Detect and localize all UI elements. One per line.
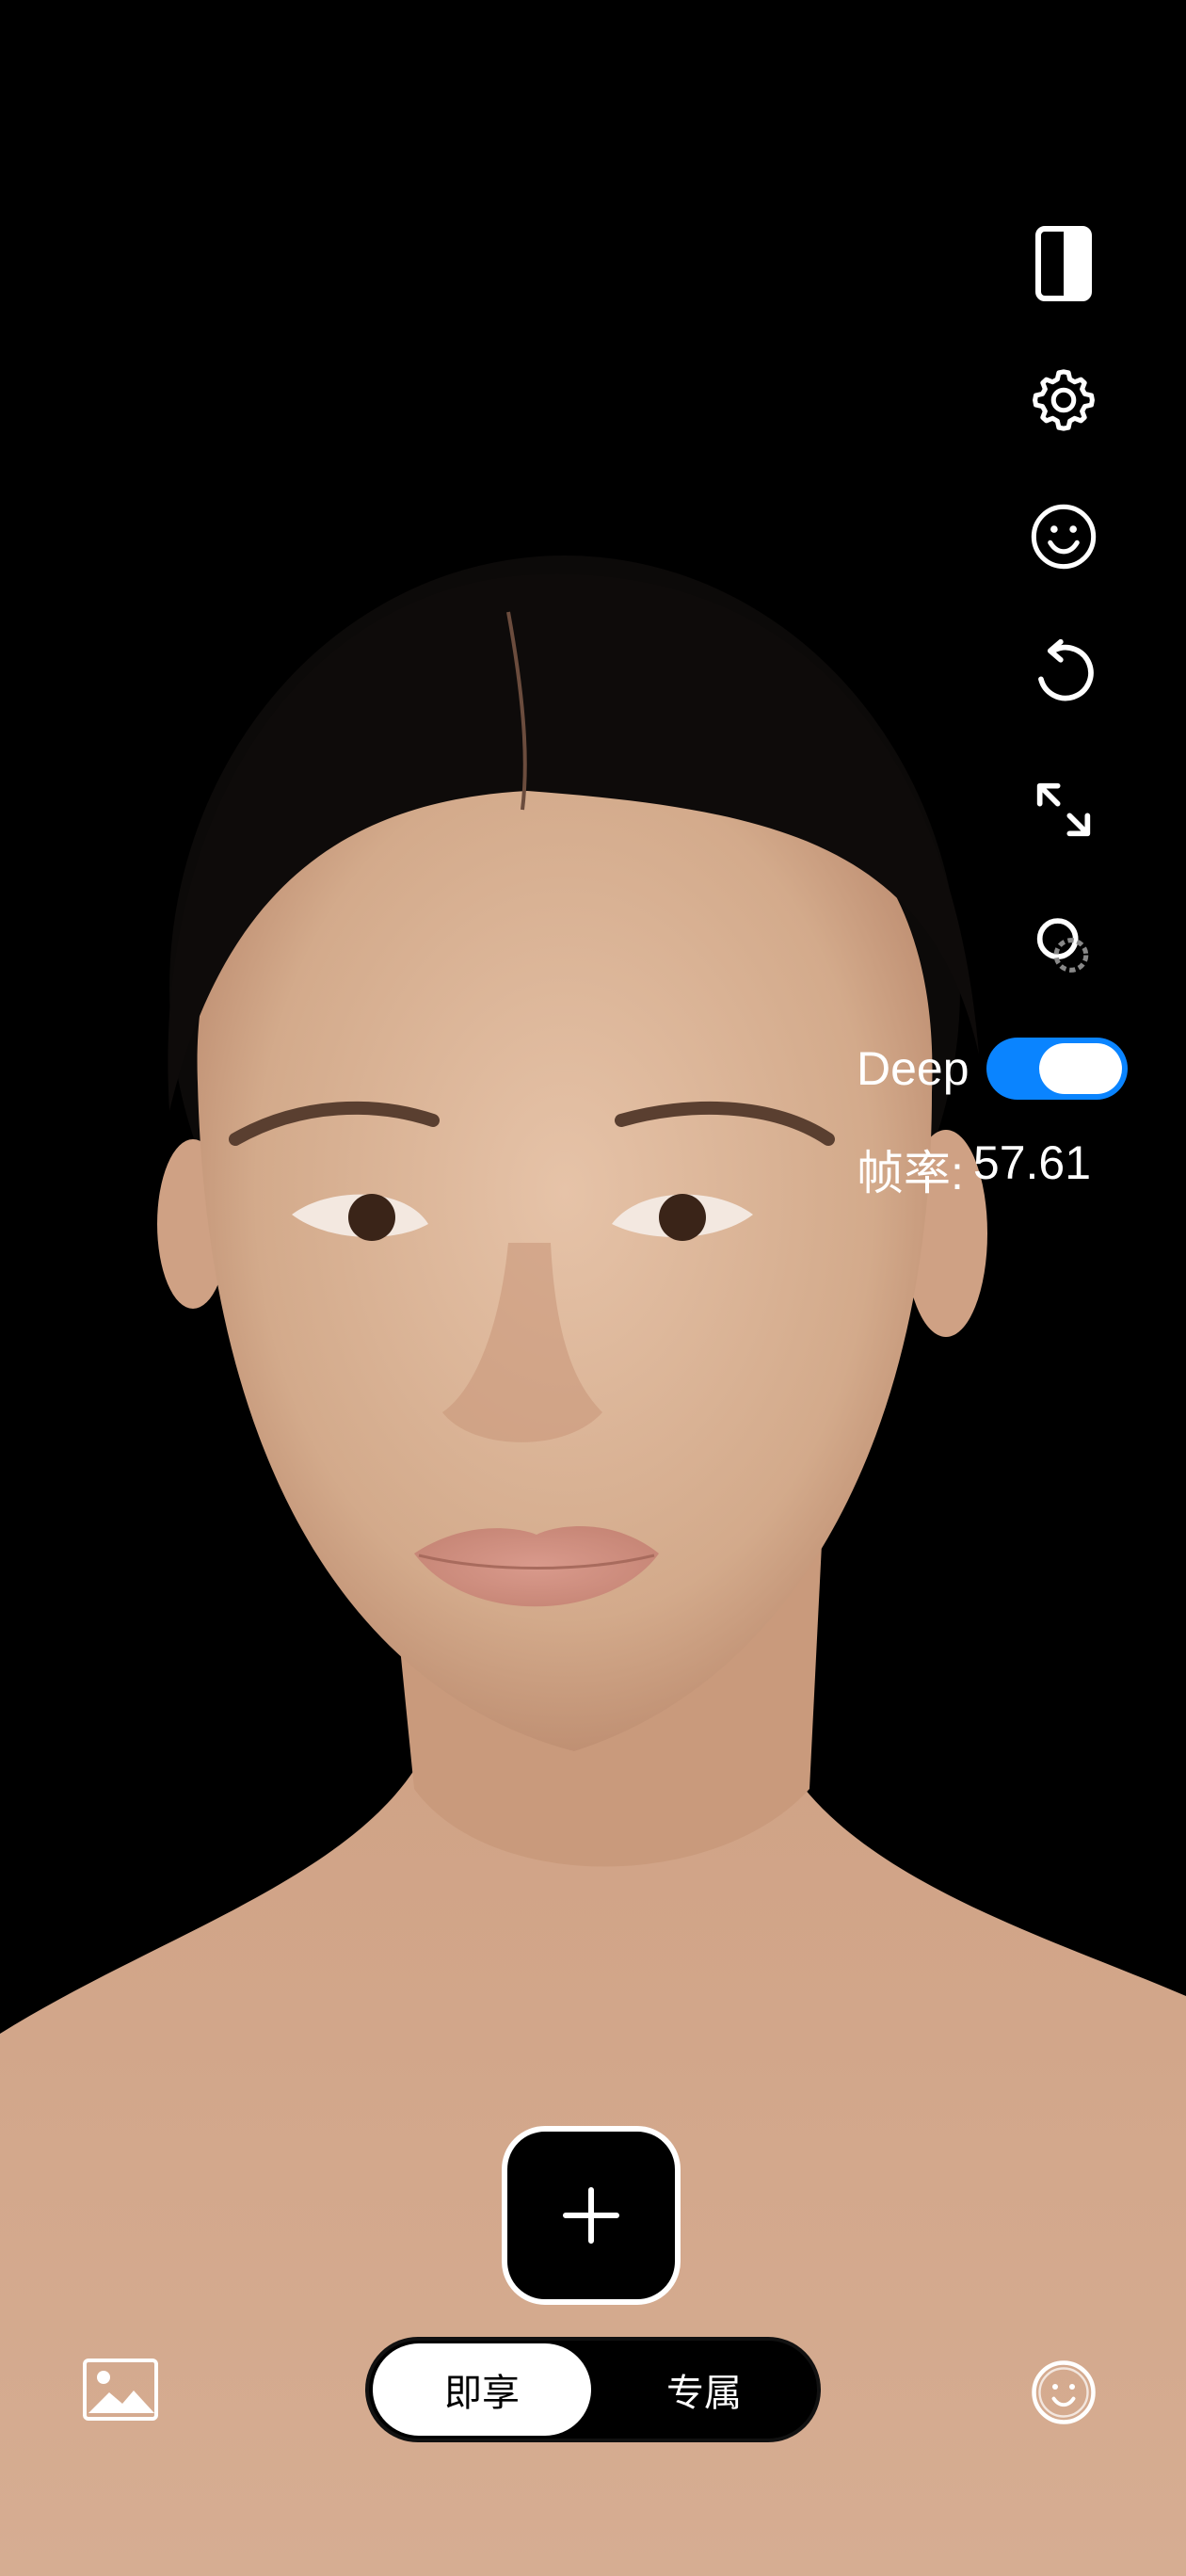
overlay-button[interactable] bbox=[1026, 909, 1101, 984]
gallery-image-icon bbox=[83, 2359, 158, 2421]
plus-icon bbox=[563, 2187, 619, 2244]
compare-split-button[interactable] bbox=[1026, 226, 1101, 301]
gallery-button[interactable] bbox=[83, 2359, 158, 2421]
mode-switch: 即享 专属 bbox=[365, 2337, 821, 2442]
expand-arrows-icon bbox=[1036, 782, 1091, 837]
compare-split-icon bbox=[1035, 226, 1092, 301]
toggle-knob bbox=[1038, 1043, 1122, 1094]
face-beauty-button[interactable] bbox=[1026, 499, 1101, 574]
settings-button[interactable] bbox=[1026, 362, 1101, 438]
mode-option-exclusive[interactable]: 专属 bbox=[595, 2343, 813, 2436]
deep-toggle-row: Deep bbox=[857, 1038, 1128, 1100]
fps-value: 57.61 bbox=[972, 1136, 1092, 1189]
fps-label: 帧率: bbox=[857, 1147, 964, 1199]
rotate-ccw-icon bbox=[1038, 638, 1094, 701]
rotate-button[interactable] bbox=[1026, 636, 1101, 711]
right-toolbar bbox=[1026, 226, 1101, 1045]
face-icon bbox=[1032, 2360, 1096, 2424]
expand-button[interactable] bbox=[1026, 772, 1101, 847]
add-button[interactable] bbox=[502, 2126, 681, 2305]
fps-readout: 帧率: 57.61 bbox=[857, 1135, 1091, 1203]
camera-viewport: Deep 帧率: 57.61 即享 专属 bbox=[0, 0, 1186, 2576]
deep-toggle[interactable] bbox=[986, 1038, 1128, 1100]
face-button[interactable] bbox=[1030, 2359, 1098, 2426]
gear-icon bbox=[1033, 369, 1095, 431]
overlap-circles-icon bbox=[1036, 918, 1089, 973]
deep-label: Deep bbox=[857, 1042, 970, 1095]
smiley-face-icon bbox=[1031, 504, 1097, 570]
mode-option-instant[interactable]: 即享 bbox=[373, 2343, 591, 2436]
